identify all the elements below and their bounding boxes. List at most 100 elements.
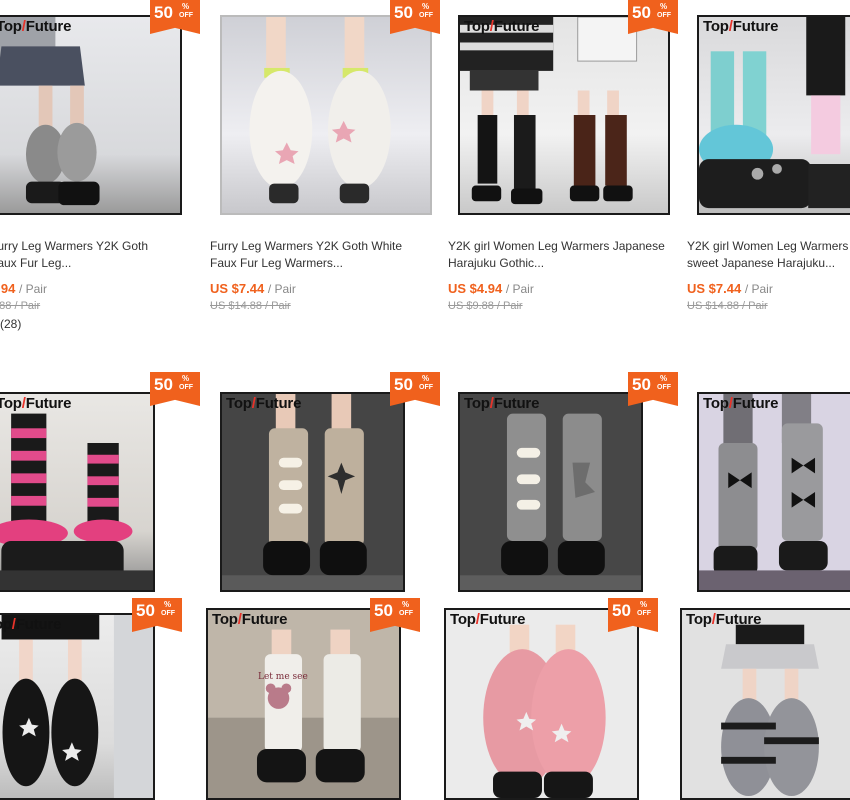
discount-badge: 50 % OFF bbox=[150, 372, 200, 406]
brand-prefix: Top bbox=[0, 18, 22, 35]
product-image[interactable]: Top/Future bbox=[0, 392, 155, 592]
product-image[interactable]: Top/Future Let me see bbox=[206, 608, 401, 800]
product-card[interactable]: Top/Future 50 % OFF Furry Leg Warmers Y2… bbox=[0, 0, 200, 350]
product-title[interactable]: Y2K girl Women Leg Warmers Japanese Hara… bbox=[448, 238, 665, 272]
brand-suffix: Future bbox=[255, 395, 302, 412]
photo-caption: Let me see bbox=[258, 672, 308, 682]
product-photo-grey-bow-warmers bbox=[699, 394, 850, 590]
product-image[interactable] bbox=[220, 15, 432, 215]
brand-suffix: Future bbox=[493, 395, 540, 412]
badge-off: OFF bbox=[419, 12, 433, 19]
product-photo-grey-buckle-fur-warmers bbox=[682, 610, 850, 798]
brand-suffix: Future bbox=[732, 395, 779, 412]
product-image[interactable]: Top/Future bbox=[444, 608, 639, 800]
brand-watermark: Top/Future bbox=[686, 611, 762, 628]
badge-off: OFF bbox=[419, 384, 433, 391]
brand-watermark: Top/Future bbox=[464, 18, 540, 35]
discount-badge: 50 % OFF bbox=[132, 598, 182, 632]
product-image[interactable]: Top/Future bbox=[0, 613, 155, 800]
badge-percent: % bbox=[182, 2, 190, 11]
badge-number: 50 bbox=[374, 601, 393, 620]
badge-percent: % bbox=[640, 600, 648, 609]
badge-off: OFF bbox=[179, 12, 193, 19]
badge-number: 50 bbox=[394, 375, 413, 394]
product-image[interactable]: Top/Future bbox=[220, 392, 405, 592]
badge-off: OFF bbox=[657, 12, 671, 19]
product-price: US $4.94 / Pair bbox=[448, 281, 534, 296]
brand-suffix: Future bbox=[25, 395, 72, 412]
badge-number: 50 bbox=[394, 3, 413, 22]
badge-number: 50 bbox=[632, 375, 651, 394]
brand-prefix: Top bbox=[686, 611, 712, 628]
price-unit: / Pair bbox=[267, 282, 296, 296]
brand-watermark: Top/Future bbox=[0, 18, 71, 35]
original-price: US $14.88 / Pair bbox=[687, 300, 768, 312]
price-unit: / Pair bbox=[505, 282, 534, 296]
product-image[interactable]: Top/Future bbox=[680, 608, 850, 800]
brand-watermark: Top/Future bbox=[0, 616, 61, 633]
badge-percent: % bbox=[164, 600, 172, 609]
product-card[interactable]: Top/Future 50 % OFF bbox=[210, 372, 440, 592]
product-photo-grey-bone-warmers bbox=[460, 394, 641, 590]
product-card[interactable]: Top/Future 50 % OFF bbox=[0, 598, 185, 800]
brand-watermark: Top/Future bbox=[464, 395, 540, 412]
product-photo-white-bear-warmers bbox=[208, 610, 399, 798]
badge-percent: % bbox=[660, 374, 668, 383]
badge-number: 50 bbox=[154, 375, 173, 394]
brand-suffix: Future bbox=[25, 18, 72, 35]
product-card[interactable]: 50 % OFF Furry Leg Warmers Y2K Goth Whit… bbox=[210, 0, 440, 350]
brand-prefix: Top bbox=[450, 611, 476, 628]
brand-watermark: Top/Future bbox=[212, 611, 288, 628]
product-photo-pink-striped-warmers bbox=[0, 413, 153, 590]
product-title[interactable]: Furry Leg Warmers Y2K Goth White Faux Fu… bbox=[210, 238, 402, 272]
review-count[interactable]: rs(28) bbox=[0, 317, 21, 331]
brand-watermark: Top/Future bbox=[703, 395, 779, 412]
badge-off: OFF bbox=[399, 610, 413, 617]
product-photo-mint-fur-warmers bbox=[699, 17, 850, 209]
product-card[interactable]: Top/Future 50 % OFF bbox=[0, 372, 200, 592]
brand-prefix: Top bbox=[0, 616, 12, 633]
brand-prefix: Top bbox=[703, 395, 729, 412]
discount-badge: 50 % OFF bbox=[390, 372, 440, 406]
brand-prefix: Top bbox=[226, 395, 252, 412]
product-card[interactable]: Top/Future bbox=[687, 372, 850, 592]
badge-off: OFF bbox=[637, 610, 651, 617]
product-image[interactable]: Top/Future bbox=[0, 15, 182, 215]
brand-watermark: Top/Future bbox=[450, 611, 526, 628]
product-photo-black-knit-warmers bbox=[460, 17, 638, 205]
product-price: US $7.44 / Pair bbox=[210, 281, 296, 296]
discount-badge: 50 % OFF bbox=[628, 372, 678, 406]
badge-off: OFF bbox=[657, 384, 671, 391]
brand-watermark: Top/Future bbox=[703, 18, 779, 35]
badge-percent: % bbox=[660, 2, 668, 11]
badge-off: OFF bbox=[179, 384, 193, 391]
badge-number: 50 bbox=[136, 601, 155, 620]
product-photo-beige-bone-warmers bbox=[222, 394, 403, 590]
brand-suffix: Future bbox=[732, 18, 779, 35]
brand-suffix: Future bbox=[715, 611, 762, 628]
product-card[interactable]: Top/Future Y2K girl Women Leg Warmers sw… bbox=[687, 0, 850, 350]
product-card[interactable]: Top/Future Let me see 50 % OFF bbox=[192, 598, 422, 800]
product-image[interactable]: Top/Future bbox=[697, 15, 850, 215]
brand-suffix: Future bbox=[479, 611, 526, 628]
product-card[interactable]: Top/Future 50 % OFF bbox=[430, 598, 660, 800]
product-card[interactable]: Top/Future 50 % OFF bbox=[448, 372, 678, 592]
badge-number: 50 bbox=[632, 3, 651, 22]
brand-watermark: Top/Future bbox=[226, 395, 302, 412]
brand-prefix: Top bbox=[212, 611, 238, 628]
product-image[interactable]: Top/Future bbox=[697, 392, 850, 592]
brand-prefix: Top bbox=[464, 395, 490, 412]
product-card[interactable]: Top/Future bbox=[670, 598, 850, 800]
brand-suffix: Future bbox=[15, 616, 62, 633]
badge-off: OFF bbox=[161, 610, 175, 617]
product-photo-white-fur-warmers bbox=[249, 17, 391, 204]
product-title[interactable]: Y2K girl Women Leg Warmers sweet Japanes… bbox=[687, 238, 848, 272]
badge-percent: % bbox=[402, 600, 410, 609]
product-card[interactable]: Top/Future 50 % OFF Y2K girl Women Leg W… bbox=[448, 0, 678, 350]
product-image[interactable]: Top/Future bbox=[458, 15, 670, 215]
product-photo-grey-fur-warmers bbox=[0, 17, 100, 206]
product-image[interactable]: Top/Future bbox=[458, 392, 643, 592]
product-title[interactable]: Furry Leg Warmers Y2K Goth Faux Fur Leg.… bbox=[0, 238, 148, 272]
original-price: 3.88 / Pair bbox=[0, 300, 41, 312]
original-price: US $9.88 / Pair bbox=[448, 300, 523, 312]
